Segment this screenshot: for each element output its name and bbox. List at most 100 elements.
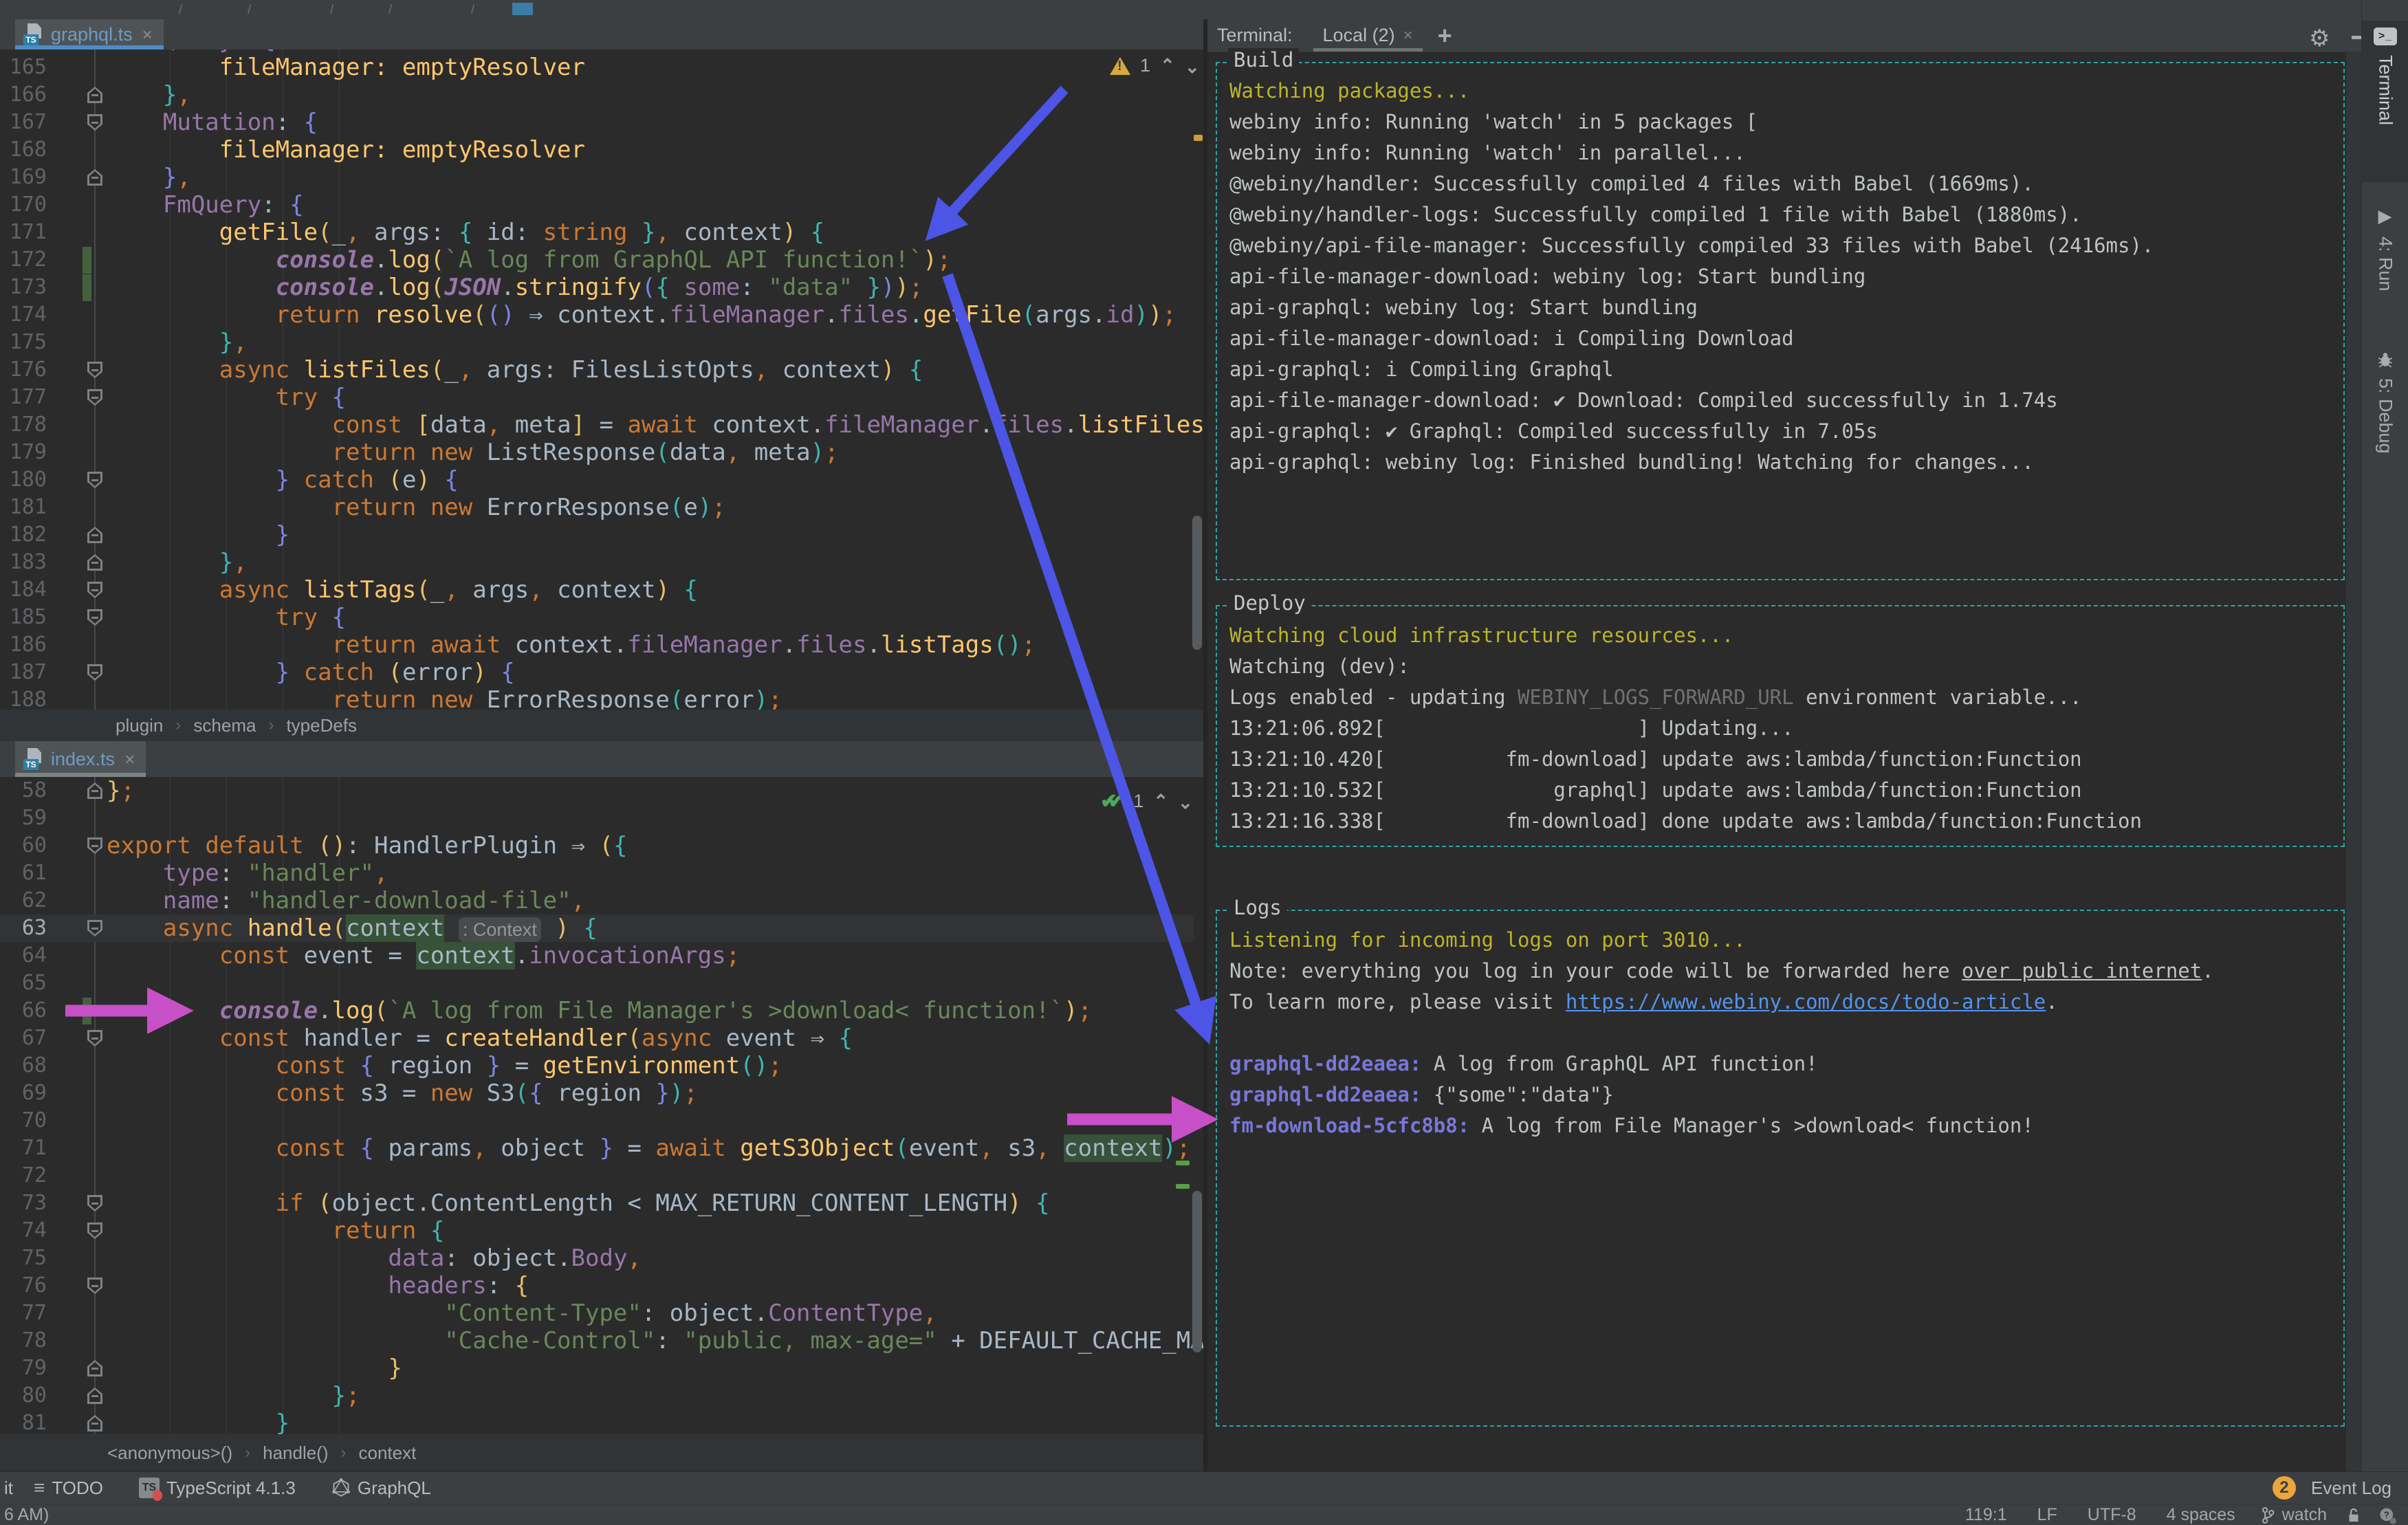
close-icon[interactable]: × [142, 24, 153, 45]
todo-toolwindow[interactable]: ≡ TODO [34, 1477, 103, 1499]
highlighting-level[interactable]: ? [2378, 1506, 2397, 1525]
typescript-file-icon: TS [23, 23, 44, 45]
terminal-box-title: Deploy [1228, 591, 1311, 615]
new-terminal-icon[interactable]: + [1438, 21, 1452, 50]
terminal-line: api-graphql: webiny log: Finished bundli… [1229, 450, 2034, 474]
line-number: 166 [9, 83, 47, 107]
line-number: 69 [21, 1081, 47, 1105]
toolwindow-run[interactable]: ▶ 4: Run [2362, 199, 2408, 323]
line-number: 186 [9, 633, 47, 657]
fold-marker[interactable] [87, 1195, 102, 1211]
terminal-line: api-file-manager-download: ✔ Download: C… [1229, 388, 2058, 412]
inspections-globe-icon: ? [2380, 1508, 2396, 1524]
terminal-tab-local[interactable]: Local (2) × [1313, 19, 1423, 52]
code-line: export default (): HandlerPlugin ⇒ ({ [107, 832, 628, 859]
event-count-badge: 2 [2272, 1476, 2296, 1500]
fold-marker[interactable] [87, 114, 102, 131]
fold-marker[interactable] [87, 87, 102, 103]
breadcrumb-item[interactable]: <anonymous>() [107, 1442, 232, 1464]
graphql-toolwindow[interactable]: GraphQL [331, 1478, 431, 1499]
fold-marker[interactable] [87, 1030, 102, 1046]
terminal-scrollbar[interactable] [2346, 52, 2361, 1471]
line-number: 74 [21, 1218, 47, 1242]
tab-graphql-ts[interactable]: TS graphql.ts × [15, 19, 164, 50]
event-log[interactable]: 2 Event Log [2272, 1476, 2391, 1500]
line-number: 185 [9, 605, 47, 629]
graphql-icon [332, 1478, 350, 1497]
breadcrumb-item[interactable]: handle() [263, 1442, 328, 1464]
fold-marker[interactable] [87, 389, 102, 406]
fold-marker[interactable] [87, 1415, 102, 1431]
inspection-widget-bottom[interactable]: ✔✔ 1 ⌃ ⌃ [1100, 789, 1193, 813]
line-ending-selector[interactable]: LF [2037, 1505, 2057, 1525]
line-number: 81 [21, 1411, 47, 1434]
fold-marker[interactable] [87, 472, 102, 488]
fold-marker[interactable] [87, 527, 102, 543]
fold-marker[interactable] [87, 169, 102, 186]
git-toolwindow-partial[interactable]: it [4, 1478, 13, 1499]
code-line: return await context.fileManager.files.l… [331, 631, 1036, 659]
caret-position[interactable]: 119:1 [1965, 1505, 2007, 1525]
fold-marker[interactable] [87, 609, 102, 626]
prev-issue-icon[interactable]: ⌃ [1160, 55, 1175, 76]
code-line: const handler = createHandler(async even… [219, 1024, 853, 1052]
typescript-service[interactable]: TS TypeScript 4.1.3 [138, 1478, 296, 1501]
scrollbar-thumb-bottom[interactable] [1192, 1191, 1202, 1352]
indent-selector[interactable]: 4 spaces [2167, 1505, 2235, 1525]
line-number: 76 [21, 1273, 47, 1297]
encoding-selector[interactable]: UTF-8 [2088, 1505, 2136, 1525]
fold-marker[interactable] [87, 1387, 102, 1404]
prev-issue-icon[interactable]: ⌃ [1153, 791, 1168, 812]
write-access-lock[interactable] [2346, 1506, 2361, 1524]
code-line: try { [275, 604, 347, 631]
code-line: }; [331, 1382, 360, 1409]
terminal-box-deploy: Deploy Watching cloud infrastructure reso… [1216, 591, 2345, 847]
close-icon[interactable]: × [124, 749, 135, 770]
toolwindow-terminal[interactable]: >_ Terminal [2362, 21, 2408, 182]
line-number: 179 [9, 440, 47, 464]
fold-marker[interactable] [87, 664, 102, 681]
unlock-icon [2349, 1508, 2358, 1522]
next-issue-icon[interactable]: ⌃ [1178, 791, 1193, 812]
fold-marker[interactable] [87, 837, 102, 854]
breadcrumb-item[interactable]: typeDefs [286, 715, 357, 736]
close-icon[interactable]: × [1403, 26, 1413, 45]
breadcrumb-item[interactable]: schema [193, 715, 256, 736]
status-message-partial: 6 AM) [4, 1505, 50, 1524]
code-line: getFile(_, args: { id: string }, context… [219, 219, 825, 246]
line-number: 184 [9, 578, 47, 602]
fold-marker[interactable] [87, 582, 102, 598]
fold-marker[interactable] [87, 362, 102, 378]
git-branch[interactable]: watch [2260, 1505, 2327, 1525]
code-line: const s3 = new S3({ region }); [275, 1079, 698, 1107]
code-line: } [275, 521, 290, 549]
vcs-stripe-mark[interactable] [1176, 1184, 1190, 1189]
tab-label: graphql.ts [51, 23, 133, 45]
code-line: console.log(JSON.stringify({ some: "data… [275, 274, 923, 301]
tab-index-ts[interactable]: TS index.ts × [15, 741, 146, 777]
editor-index[interactable]: 58}; 59 60 export default (): HandlerPlugin… [0, 777, 1203, 1434]
webiny-docs-link[interactable]: https://www.webiny.com/docs/todo-article [1566, 990, 2046, 1013]
ok-count: 1 [1133, 791, 1144, 811]
breadcrumb-item[interactable]: context [359, 1442, 417, 1464]
scrollbar-thumb-top[interactable] [1192, 516, 1202, 650]
toolwindow-debug[interactable]: 5: Debug [2362, 344, 2408, 488]
fold-marker[interactable] [87, 782, 102, 799]
fold-marker[interactable] [87, 1360, 102, 1376]
inspection-widget-top[interactable]: 1 ⌃ ⌃ [1110, 55, 1200, 76]
editor-graphql[interactable]: Query: {165 fileManager: emptyResolver16… [0, 50, 1203, 710]
gear-icon[interactable]: ⚙ [2309, 25, 2330, 52]
fold-marker[interactable] [87, 1222, 102, 1239]
next-issue-icon[interactable]: ⌃ [1185, 55, 1200, 76]
fold-marker[interactable] [87, 554, 102, 571]
terminal-line: 13:21:16.338[ fm-download] done update a… [1229, 809, 2142, 833]
fold-marker[interactable] [87, 1277, 102, 1294]
code-line: const event = context.invocationArgs; [219, 942, 741, 969]
vcs-change-bar [83, 998, 91, 1024]
vcs-stripe-mark[interactable] [1176, 1161, 1190, 1165]
code-line: fileManager: emptyResolver [219, 54, 585, 81]
breadcrumb-item[interactable]: plugin [116, 715, 163, 736]
code-line: return { [331, 1217, 445, 1244]
warning-stripe-mark[interactable] [1194, 135, 1203, 141]
fold-marker[interactable] [87, 920, 102, 936]
